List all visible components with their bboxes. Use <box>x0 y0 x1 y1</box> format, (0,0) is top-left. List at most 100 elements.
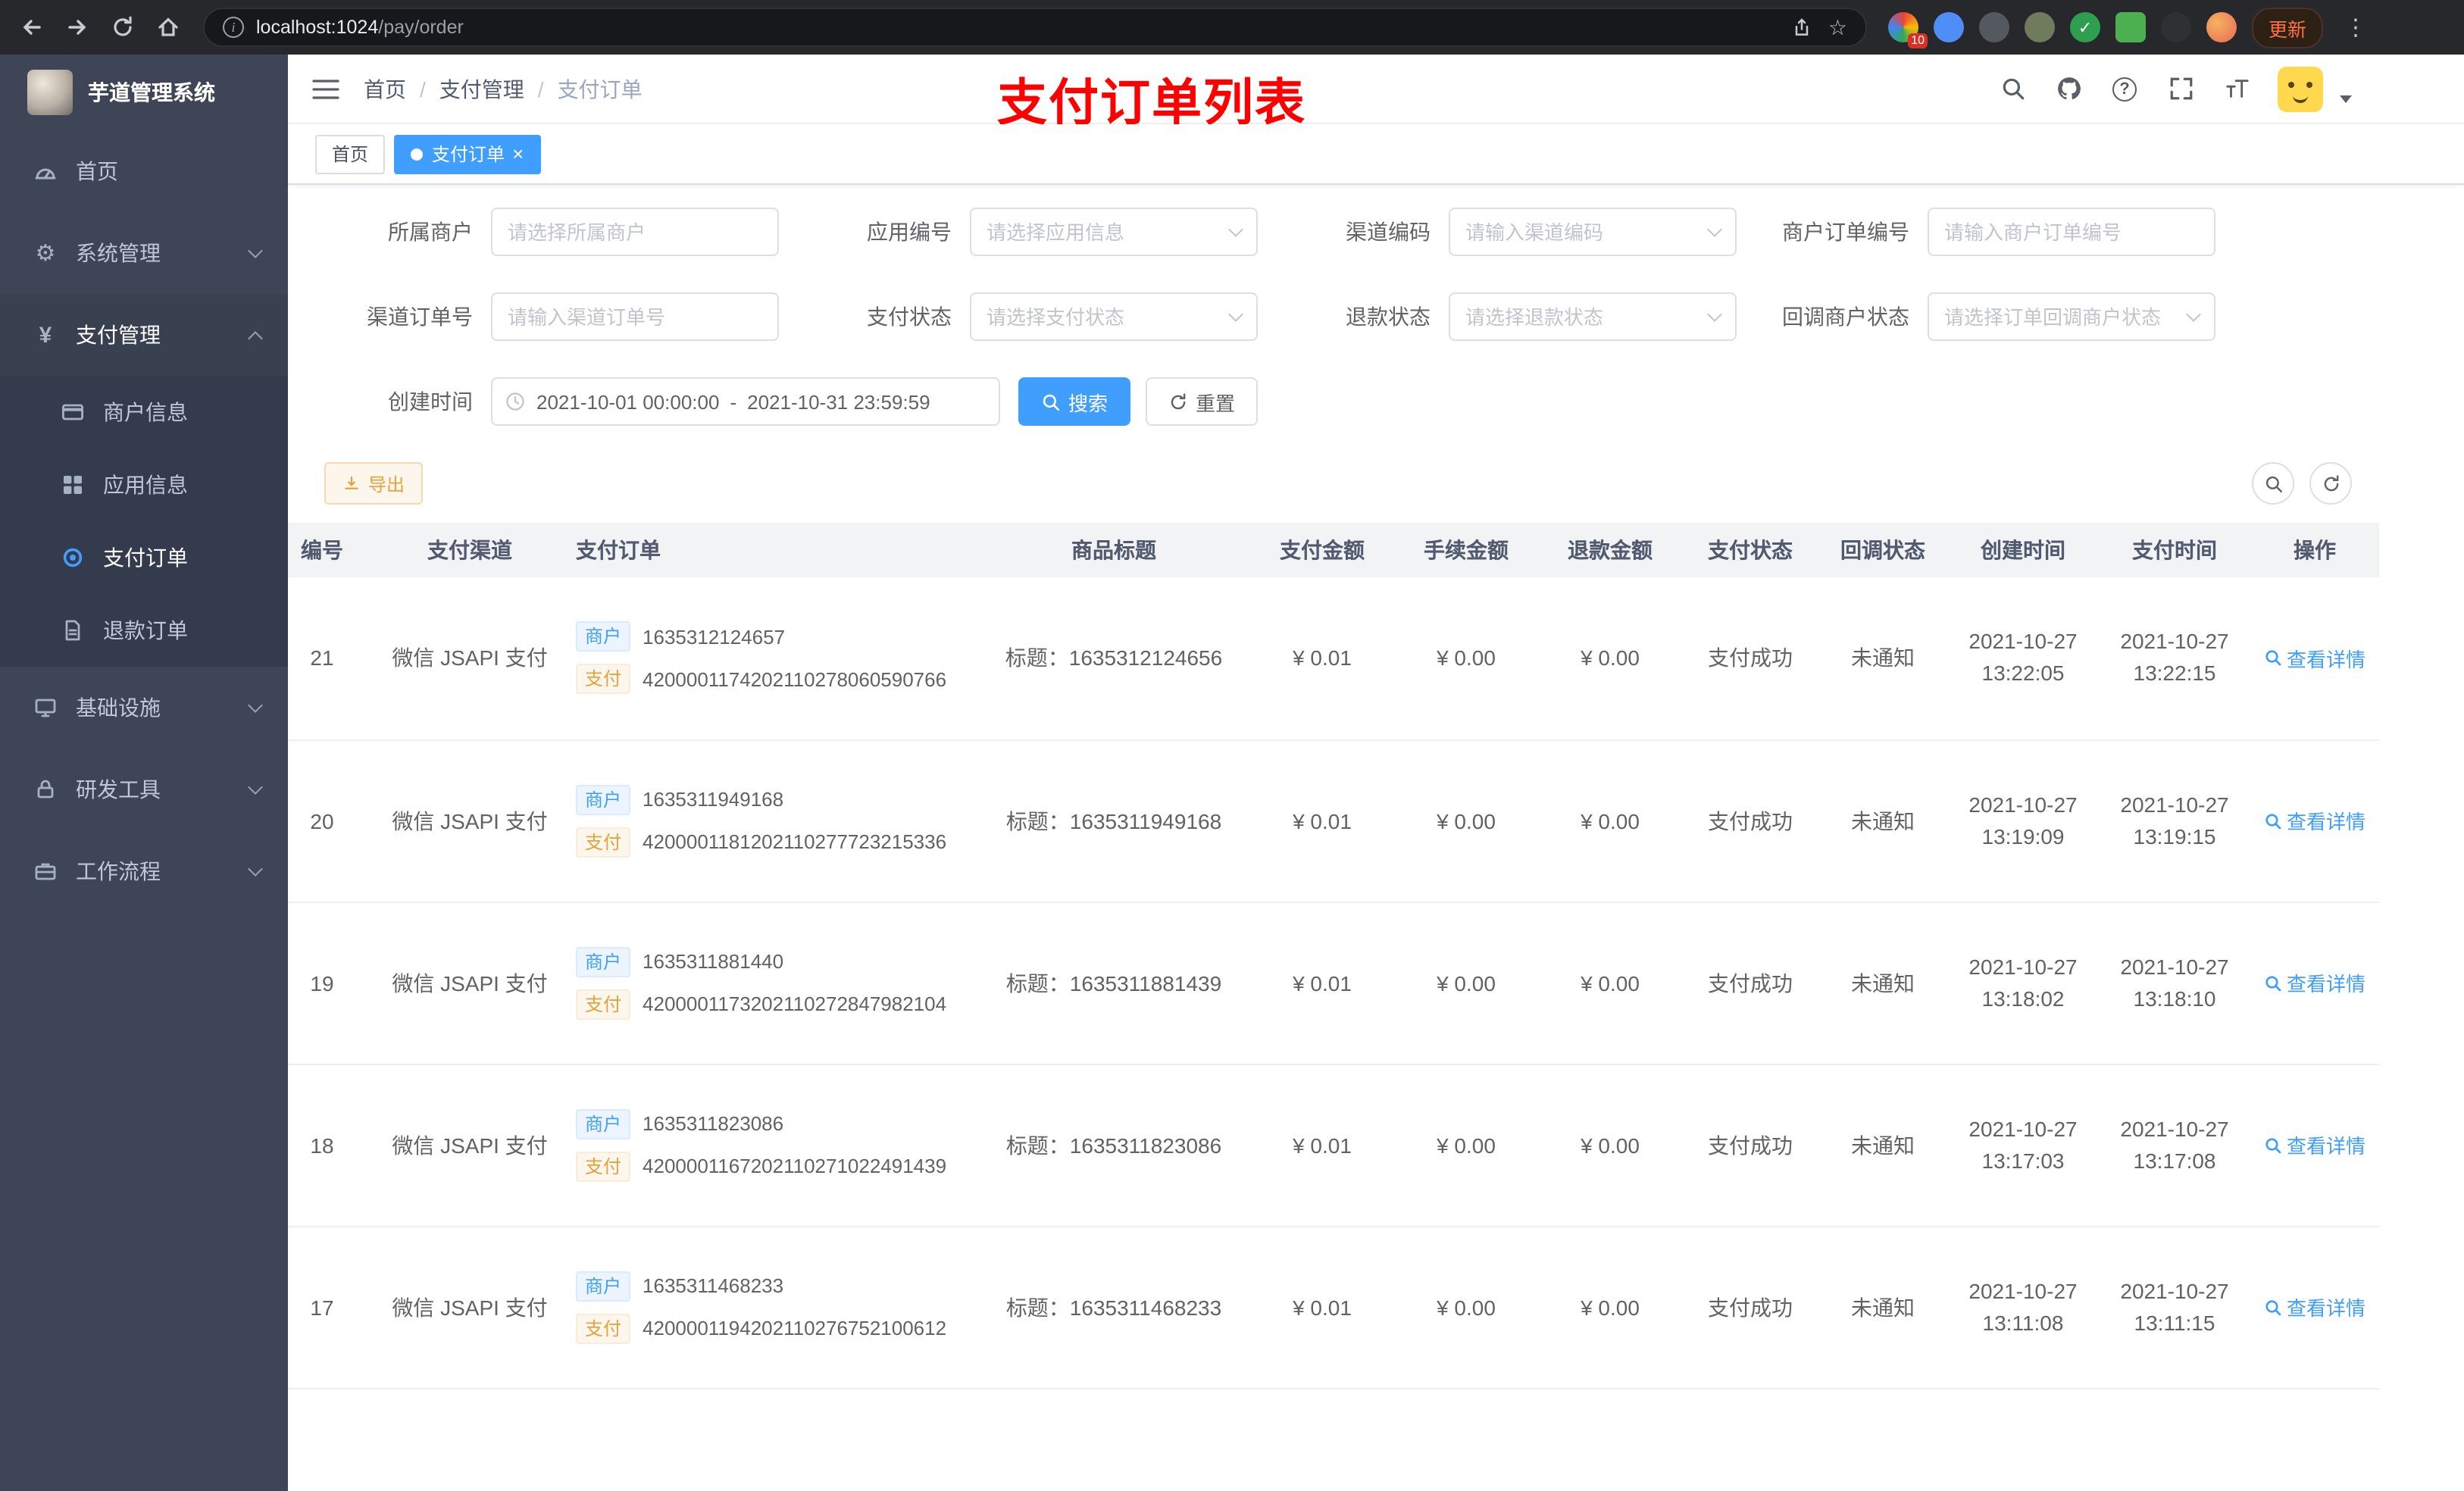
merchant-order-no-input[interactable] <box>1944 220 2175 243</box>
app-input[interactable] <box>987 220 1217 243</box>
view-detail-link[interactable]: 查看详情 <box>2264 644 2366 673</box>
browser-forward-icon[interactable] <box>55 5 100 50</box>
logo-image <box>27 70 73 115</box>
tab-pay-order[interactable]: 支付订单 × <box>394 134 541 173</box>
browser-reload-icon[interactable] <box>100 5 145 50</box>
cell-channel <box>379 1388 561 1438</box>
sidebar-item-pay-order[interactable]: 支付订单 <box>0 521 288 594</box>
url-bar[interactable]: i localhost:1024/pay/order ☆ <box>203 8 1867 47</box>
app-select[interactable] <box>970 208 1258 256</box>
date-separator: - <box>730 390 737 413</box>
cell-status: 支付成功 <box>1682 577 1818 740</box>
avatar[interactable] <box>2278 66 2323 111</box>
cell-fee: ¥ 0.00 <box>1394 739 1538 902</box>
refund-status-input[interactable] <box>1465 305 1696 328</box>
column-header: 支付订单 <box>561 523 977 577</box>
filter-label: 商户订单编号 <box>1782 220 1909 244</box>
merchant-tag: 商户 <box>576 1271 631 1301</box>
sidebar-logo[interactable]: 芋道管理系统 <box>0 55 288 130</box>
channel-code-select[interactable] <box>1449 208 1737 256</box>
cell-refund: ¥ 0.00 <box>1538 739 1682 902</box>
extension-icon[interactable] <box>1979 12 2009 42</box>
font-size-icon[interactable] <box>2222 73 2252 104</box>
sidebar-item-workflow[interactable]: 工作流程 <box>0 830 288 912</box>
cell-order: 商户 1635311468233 支付 4200001194202110276752… <box>561 1226 977 1389</box>
sidebar-item-label: 基础设施 <box>76 695 161 720</box>
extension-icon[interactable]: ✓ <box>2070 12 2100 42</box>
search-button-label: 搜索 <box>1068 392 1108 414</box>
cell-pay-time: 2021-10-27 13:22:15 <box>2099 577 2250 740</box>
tab-home[interactable]: 首页 <box>315 134 386 173</box>
browser-home-icon[interactable] <box>145 5 191 50</box>
search-button[interactable]: 搜索 <box>1018 377 1131 426</box>
cell-id <box>288 1388 379 1438</box>
sidebar-item-merchant-info[interactable]: 商户信息 <box>0 376 288 449</box>
extension-icon[interactable] <box>2115 12 2146 42</box>
merchant-tag: 商户 <box>576 946 631 977</box>
sidebar-item-home[interactable]: 首页 <box>0 130 288 212</box>
tabs-bar: 首页 支付订单 × <box>288 124 2464 185</box>
channel-order-no-field[interactable] <box>491 292 779 341</box>
download-icon <box>345 476 358 489</box>
search-icon[interactable] <box>1997 73 2028 104</box>
extension-icon[interactable] <box>1934 12 1964 42</box>
pay-status-input[interactable] <box>987 305 1217 328</box>
view-detail-link[interactable]: 查看详情 <box>2264 1293 2366 1321</box>
cell-amount: ¥ 0.01 <box>1250 1064 1394 1227</box>
export-button[interactable]: 导出 <box>324 462 424 505</box>
filter-label: 所属商户 <box>388 220 473 244</box>
cell-refund: ¥ 0.00 <box>1538 902 1682 1064</box>
sidebar-item-system[interactable]: ⚙ 系统管理 <box>0 212 288 294</box>
filter-label: 支付状态 <box>867 305 952 329</box>
extension-icon[interactable]: 10 <box>1888 12 1928 48</box>
view-detail-link[interactable]: 查看详情 <box>2264 968 2366 997</box>
filter-create-time: 创建时间 2021-10-01 00:00:00 - 2021-10-31 23… <box>324 377 1000 426</box>
tab-close-icon[interactable]: × <box>512 144 524 164</box>
date-range-picker[interactable]: 2021-10-01 00:00:00 - 2021-10-31 23:59:5… <box>491 377 1000 426</box>
table-row: 17 微信 JSAPI 支付 商户 1635311468233 支付 4200001… <box>288 1226 2379 1389</box>
view-detail-link[interactable]: 查看详情 <box>2264 806 2366 835</box>
cell-fee: ¥ 0.00 <box>1394 1226 1538 1389</box>
merchant-input[interactable] <box>508 220 738 243</box>
hamburger-icon[interactable] <box>309 54 342 123</box>
channel-order-no-input[interactable] <box>508 305 738 328</box>
extension-icon[interactable] <box>2025 12 2055 42</box>
browser-menu-icon[interactable]: ⋮ <box>2338 14 2373 41</box>
help-icon[interactable]: ? <box>2109 73 2140 104</box>
site-info-icon[interactable]: i <box>223 17 244 38</box>
bookmark-star-icon[interactable]: ☆ <box>1828 14 1847 40</box>
breadcrumb-home[interactable]: 首页 <box>364 73 406 104</box>
extension-icon[interactable] <box>2206 12 2237 42</box>
reset-button[interactable]: 重置 <box>1146 377 1259 426</box>
chevron-down-icon <box>1707 222 1722 237</box>
github-icon[interactable] <box>2053 73 2084 104</box>
extensions-area: 10 ✓ <box>1888 12 2237 48</box>
breadcrumb-payment[interactable]: 支付管理 <box>439 73 524 104</box>
clock-icon <box>506 392 524 411</box>
sidebar-item-dev-tools[interactable]: 研发工具 <box>0 749 288 830</box>
browser-back-icon[interactable] <box>9 5 55 50</box>
cell-fee: ¥ 0.00 <box>1394 577 1538 740</box>
merchant-order-no-field[interactable] <box>1928 208 2215 256</box>
share-icon[interactable] <box>1792 17 1813 38</box>
extension-icon[interactable] <box>2161 12 2191 42</box>
refund-status-select[interactable] <box>1449 292 1737 341</box>
channel-code-input[interactable] <box>1465 220 1696 243</box>
avatar-caret-icon[interactable] <box>2340 95 2352 103</box>
sidebar-item-infrastructure[interactable]: 基础设施 <box>0 667 288 749</box>
view-detail-link[interactable]: 查看详情 <box>2264 1130 2366 1159</box>
browser-update-button[interactable]: 更新 <box>2252 7 2324 48</box>
notify-status-input[interactable] <box>1944 305 2175 328</box>
notify-status-select[interactable] <box>1928 292 2215 341</box>
briefcase-icon <box>33 859 58 883</box>
table-row: 19 微信 JSAPI 支付 商户 1635311881440 支付 4200001… <box>288 902 2379 1064</box>
sidebar-group-payment: ¥ 支付管理 商户信息 应用信息 支付订单 退款订单 <box>0 294 288 667</box>
fullscreen-icon[interactable] <box>2165 73 2196 104</box>
search-toggle-button[interactable] <box>2252 462 2294 505</box>
merchant-select[interactable] <box>491 208 779 256</box>
refresh-button[interactable] <box>2309 462 2352 505</box>
sidebar-item-app-info[interactable]: 应用信息 <box>0 449 288 521</box>
sidebar-item-refund-order[interactable]: 退款订单 <box>0 594 288 667</box>
pay-status-select[interactable] <box>970 292 1258 341</box>
sidebar-item-payment[interactable]: ¥ 支付管理 <box>0 294 288 376</box>
